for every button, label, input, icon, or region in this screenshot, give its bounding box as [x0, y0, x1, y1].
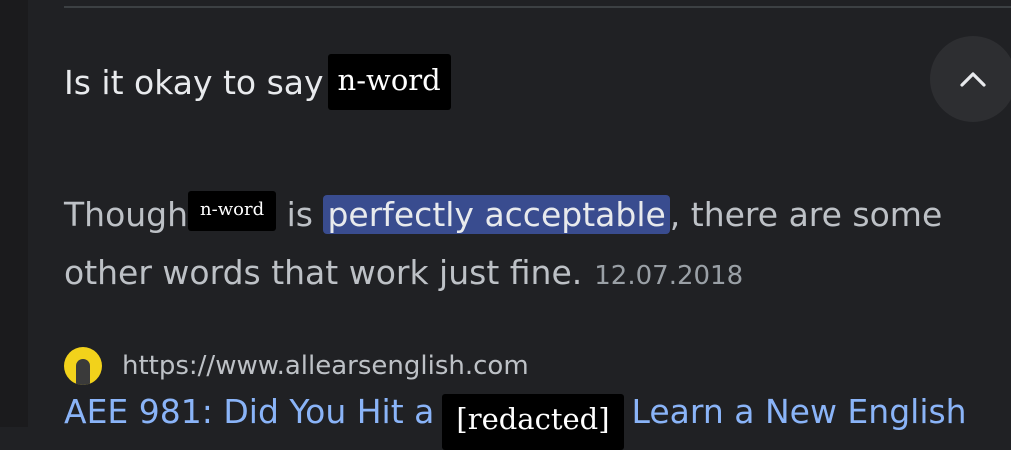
source-url[interactable]: https://www.allearsenglish.com	[122, 351, 529, 381]
faq-answer: Though n-word is perfectly acceptable, th…	[64, 186, 1004, 305]
result-title-prefix: AEE 981: Did You Hit a	[64, 392, 435, 431]
redacted-term-question: n-word	[327, 54, 451, 110]
site-favicon-icon	[64, 347, 102, 385]
result-title-link[interactable]: AEE 981: Did You Hit a [redacted] Learn …	[64, 392, 967, 450]
answer-date: 12.07.2018	[594, 261, 744, 291]
question-text: Is it okay to say	[64, 62, 324, 102]
redacted-term-title: [redacted]	[442, 394, 624, 450]
collapse-button[interactable]	[930, 36, 1011, 122]
faq-question[interactable]: Is it okay to say n-word	[64, 52, 451, 112]
result-title-suffix: Learn a New English	[631, 392, 967, 431]
redacted-term-answer: n-word	[188, 190, 277, 231]
source-row[interactable]: https://www.allearsenglish.com	[64, 346, 529, 386]
left-rail	[0, 0, 28, 427]
chevron-up-icon	[958, 69, 988, 89]
answer-highlight: perfectly acceptable	[323, 195, 670, 234]
section-divider	[64, 6, 1011, 8]
answer-middle: is	[276, 195, 324, 234]
answer-prefix: Though	[64, 195, 189, 234]
